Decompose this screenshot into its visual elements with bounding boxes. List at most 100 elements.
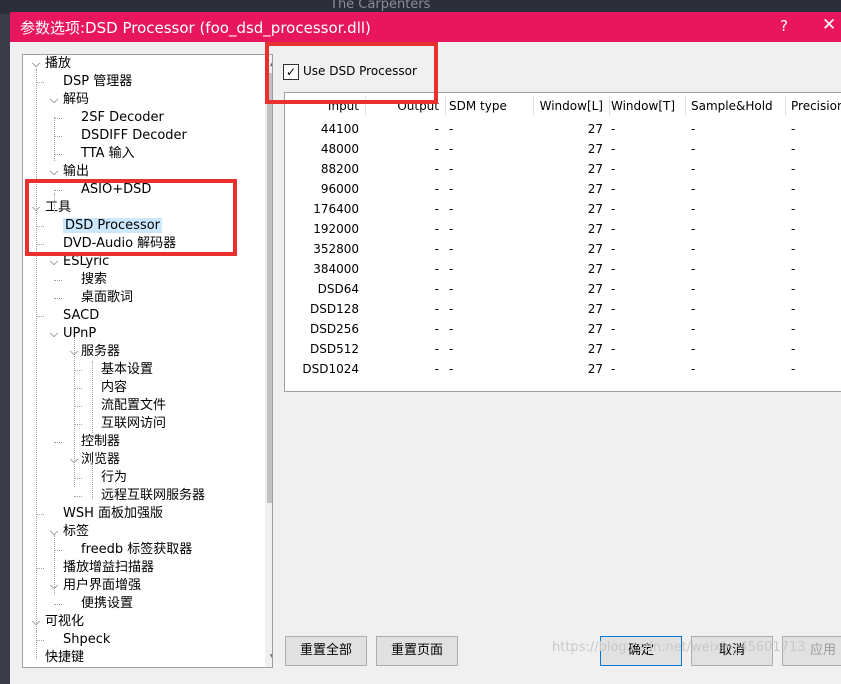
table-cell[interactable]: -	[611, 362, 615, 376]
table-cell[interactable]: -	[791, 342, 795, 356]
table-cell[interactable]: -	[449, 122, 453, 136]
table-cell[interactable]: -	[791, 122, 795, 136]
column-separator[interactable]	[685, 96, 686, 116]
table-cell[interactable]: -	[449, 222, 453, 236]
table-cell[interactable]: 44100	[321, 122, 359, 136]
table-cell[interactable]: -	[435, 362, 439, 376]
tree-expander-icon[interactable]: ⌵	[49, 325, 59, 343]
table-cell[interactable]: -	[791, 182, 795, 196]
table-cell[interactable]: 352800	[313, 242, 359, 256]
table-cell[interactable]: -	[449, 182, 453, 196]
table-cell[interactable]: -	[611, 122, 615, 136]
table-cell[interactable]: -	[449, 322, 453, 336]
tree-item[interactable]: freedb 标签获取器	[81, 541, 192, 559]
table-cell[interactable]: -	[611, 342, 615, 356]
tree-item[interactable]: Shpeck	[63, 631, 110, 649]
dsd-settings-table[interactable]: Input Output SDM type Window[L] Window[T] Sam…	[284, 92, 841, 392]
table-cell[interactable]: -	[435, 282, 439, 296]
table-cell[interactable]: -	[435, 122, 439, 136]
table-cell[interactable]: 27	[588, 322, 603, 336]
table-cell[interactable]: -	[449, 242, 453, 256]
table-cell[interactable]: -	[691, 302, 695, 316]
table-cell[interactable]: 27	[588, 302, 603, 316]
table-cell[interactable]: -	[691, 342, 695, 356]
column-header[interactable]: Sample&Hold	[691, 99, 773, 113]
table-cell[interactable]: 192000	[313, 222, 359, 236]
table-cell[interactable]: -	[691, 202, 695, 216]
column-header[interactable]: Window[L]	[540, 99, 603, 113]
tree-item[interactable]: DSDIFF Decoder	[81, 127, 187, 145]
table-cell[interactable]: 27	[588, 342, 603, 356]
table-cell[interactable]: DSD128	[310, 302, 359, 316]
table-cell[interactable]: -	[611, 162, 615, 176]
table-cell[interactable]: 27	[588, 182, 603, 196]
column-separator[interactable]	[533, 96, 534, 116]
table-cell[interactable]: -	[435, 322, 439, 336]
tree-item[interactable]: WSH 面板加强版	[63, 505, 163, 523]
table-cell[interactable]: -	[791, 142, 795, 156]
tree-item[interactable]: 内容	[101, 379, 127, 397]
tree-item[interactable]: 快捷键	[45, 649, 84, 667]
tree-item[interactable]: 互联网访问	[101, 415, 166, 433]
table-cell[interactable]: 88200	[321, 162, 359, 176]
table-cell[interactable]: -	[791, 242, 795, 256]
table-cell[interactable]: -	[791, 162, 795, 176]
tree-item[interactable]: 标签	[63, 523, 89, 541]
help-button[interactable]: ?	[780, 17, 788, 35]
tree-item[interactable]: 便携设置	[81, 595, 133, 613]
table-cell[interactable]: 27	[588, 362, 603, 376]
table-cell[interactable]: -	[435, 162, 439, 176]
table-cell[interactable]: 96000	[321, 182, 359, 196]
preferences-tree[interactable]: ▲ ▼ ⌵ 播放 DSP 管理器 ⌵ 解码 2SF Decoder DSDIFF Decod…	[22, 54, 273, 668]
tree-item[interactable]: 用户界面增强	[63, 577, 141, 595]
table-cell[interactable]: 27	[588, 222, 603, 236]
table-cell[interactable]: 27	[588, 242, 603, 256]
scroll-thumb[interactable]	[267, 73, 272, 503]
tree-item[interactable]: 远程互联网服务器	[101, 487, 205, 505]
tree-item[interactable]: 播放	[45, 55, 71, 73]
table-cell[interactable]: -	[791, 362, 795, 376]
table-cell[interactable]: -	[691, 262, 695, 276]
table-cell[interactable]: -	[611, 182, 615, 196]
table-cell[interactable]: -	[435, 202, 439, 216]
table-cell[interactable]: 27	[588, 142, 603, 156]
table-cell[interactable]: -	[691, 222, 695, 236]
scroll-down-icon[interactable]: ▼	[265, 650, 272, 667]
tree-item[interactable]: 流配置文件	[101, 397, 166, 415]
table-cell[interactable]: -	[791, 302, 795, 316]
tree-item[interactable]: 控制器	[81, 433, 120, 451]
table-cell[interactable]: -	[611, 282, 615, 296]
table-cell[interactable]: 27	[588, 262, 603, 276]
tree-item[interactable]: 2SF Decoder	[81, 109, 164, 127]
table-cell[interactable]: 27	[588, 122, 603, 136]
tree-item[interactable]: 播放增益扫描器	[63, 559, 154, 577]
tree-item[interactable]: 浏览器	[81, 451, 120, 469]
column-separator[interactable]	[609, 96, 610, 116]
table-cell[interactable]: -	[435, 342, 439, 356]
table-cell[interactable]: -	[449, 342, 453, 356]
table-cell[interactable]: -	[611, 142, 615, 156]
column-separator[interactable]	[445, 96, 446, 116]
table-cell[interactable]: -	[791, 222, 795, 236]
table-cell[interactable]: -	[611, 202, 615, 216]
table-cell[interactable]: -	[791, 322, 795, 336]
table-cell[interactable]: 27	[588, 282, 603, 296]
tree-item[interactable]: DSP 管理器	[63, 73, 132, 91]
tree-scrollbar[interactable]: ▲ ▼	[265, 55, 272, 667]
tree-item[interactable]: UPnP	[63, 325, 96, 343]
table-cell[interactable]: -	[449, 282, 453, 296]
table-cell[interactable]: -	[691, 182, 695, 196]
tree-item[interactable]: 服务器	[81, 343, 120, 361]
table-cell[interactable]: 176400	[313, 202, 359, 216]
tree-item[interactable]: 可视化	[45, 613, 84, 631]
table-cell[interactable]: -	[691, 362, 695, 376]
tree-item[interactable]: TTA 输入	[81, 145, 135, 163]
table-cell[interactable]: -	[611, 262, 615, 276]
table-cell[interactable]: -	[611, 222, 615, 236]
table-cell[interactable]: DSD64	[318, 282, 359, 296]
table-cell[interactable]: -	[691, 142, 695, 156]
table-cell[interactable]: -	[435, 302, 439, 316]
table-cell[interactable]: -	[449, 162, 453, 176]
column-separator[interactable]	[785, 96, 786, 116]
table-cell[interactable]: 48000	[321, 142, 359, 156]
